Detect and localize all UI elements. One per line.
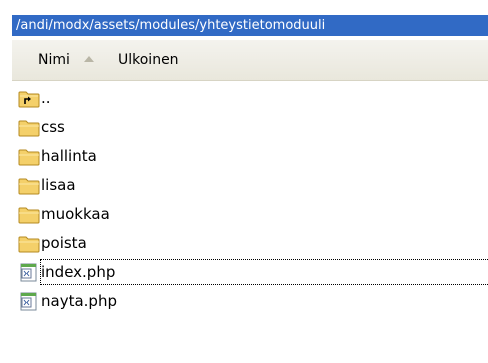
folder-icon bbox=[18, 236, 40, 253]
list-item-file-nayta[interactable]: nayta.php bbox=[14, 287, 488, 316]
column-header: Nimi Ulkoinen bbox=[12, 40, 488, 81]
item-label: nayta.php bbox=[41, 292, 117, 310]
list-item-folder-muokkaa[interactable]: muokkaa bbox=[14, 200, 488, 229]
item-label: hallinta bbox=[41, 147, 97, 165]
item-label: muokkaa bbox=[41, 205, 110, 223]
item-label: css bbox=[41, 118, 65, 136]
list-item-file-index[interactable]: index.php bbox=[14, 258, 488, 287]
item-label: poista bbox=[41, 234, 87, 252]
folder-icon bbox=[18, 207, 40, 224]
file-browser-pane: /andi/modx/assets/modules/yhteystietomod… bbox=[0, 0, 488, 363]
list-item-folder-css[interactable]: css bbox=[14, 113, 488, 142]
folder-icon bbox=[18, 149, 40, 166]
item-label: lisaa bbox=[41, 176, 76, 194]
folder-icon bbox=[18, 178, 40, 195]
folder-up-icon bbox=[18, 91, 40, 108]
file-list: .. css hallinta lisaa muokkaa poista ind… bbox=[14, 84, 488, 316]
column-header-name[interactable]: Nimi bbox=[38, 51, 70, 69]
sort-ascending-icon bbox=[84, 56, 94, 62]
list-item-folder-hallinta[interactable]: hallinta bbox=[14, 142, 488, 171]
php-file-icon bbox=[20, 292, 37, 311]
current-path: /andi/modx/assets/modules/yhteystietomod… bbox=[12, 15, 488, 36]
list-item-folder-lisaa[interactable]: lisaa bbox=[14, 171, 488, 200]
item-label: .. bbox=[41, 89, 51, 107]
folder-icon bbox=[18, 120, 40, 137]
item-label: index.php bbox=[41, 263, 116, 281]
list-item-folder-poista[interactable]: poista bbox=[14, 229, 488, 258]
php-file-icon bbox=[20, 263, 37, 282]
column-header-external[interactable]: Ulkoinen bbox=[118, 51, 179, 69]
list-item-parent[interactable]: .. bbox=[14, 84, 488, 113]
